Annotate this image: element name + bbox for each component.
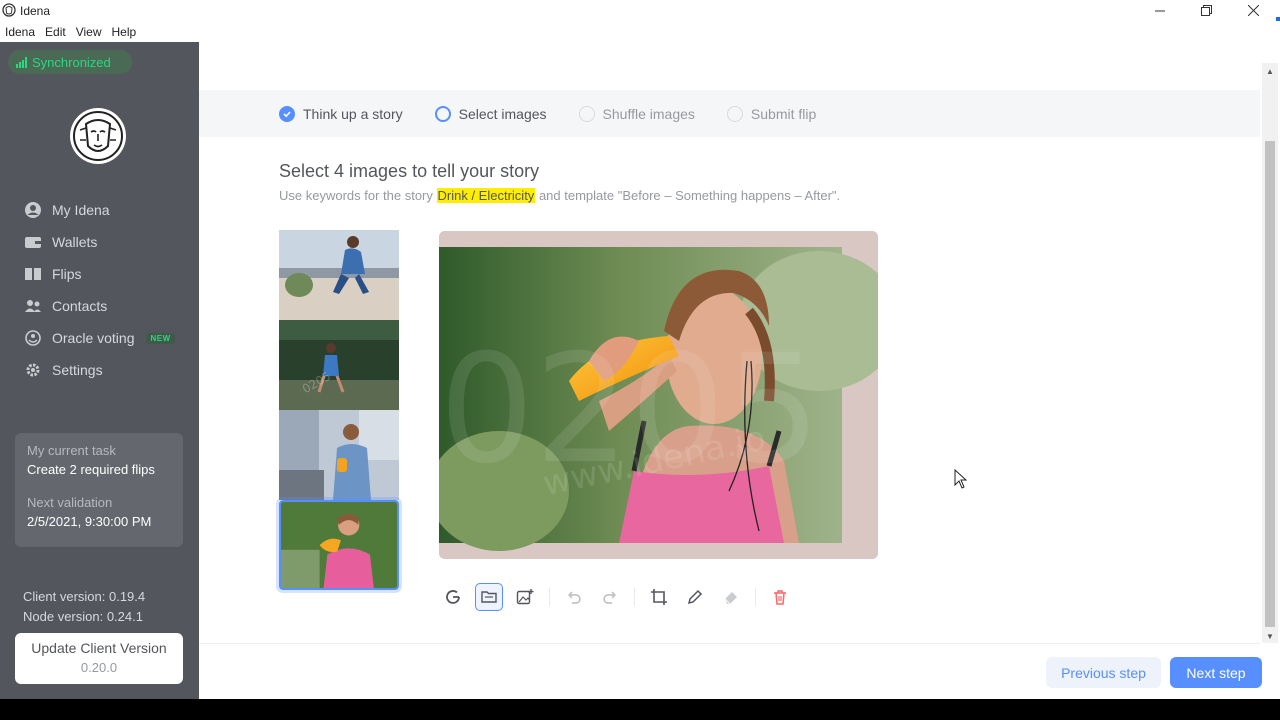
menu-view[interactable]: View (71, 21, 107, 41)
sidebar-item-label: Contacts (52, 298, 108, 314)
story-instructions: Use keywords for the story Drink / Elect… (279, 188, 840, 203)
thumbnail-4-selected[interactable] (279, 500, 399, 590)
eraser-icon[interactable] (717, 583, 745, 611)
restore-icon[interactable] (1183, 0, 1229, 21)
sidebar-nav: My Idena Wallets Flips Contacts Oracle v… (24, 194, 194, 386)
step-label: Select images (458, 105, 547, 122)
step-label: Shuffle images (602, 105, 695, 122)
toolbar-divider (549, 588, 550, 606)
sidebar-item-label: Settings (52, 362, 103, 378)
oracle-icon (25, 330, 41, 346)
menu-edit[interactable]: Edit (40, 21, 71, 41)
google-search-icon[interactable] (439, 583, 467, 611)
flip-steps: Think up a story Select images Shuffle i… (199, 90, 1260, 137)
instructions-prefix: Use keywords for the story (279, 188, 433, 203)
sync-status-label: Synchronized (32, 54, 111, 70)
scrollbar-thumb[interactable] (1265, 141, 1275, 627)
sidebar-item-contacts[interactable]: Contacts (24, 290, 194, 322)
update-button-label: Update Client Version (31, 640, 167, 656)
minimize-icon[interactable] (1137, 0, 1183, 21)
menu-help[interactable]: Help (107, 21, 142, 41)
step-select-images[interactable]: Select images (434, 105, 547, 122)
step-label: Think up a story (303, 105, 403, 122)
idena-logo (70, 108, 126, 164)
toolbar-divider (634, 588, 635, 606)
sidebar-item-settings[interactable]: Settings (24, 354, 194, 386)
window-title: Idena (20, 4, 51, 18)
task-value: Create 2 required flips (27, 462, 155, 477)
footer-divider (199, 643, 1260, 644)
thumbnail-2[interactable]: 0205 (279, 320, 399, 410)
next-validation-value: 2/5/2021, 9:30:00 PM (27, 514, 152, 529)
sidebar-item-label: Wallets (52, 234, 98, 250)
vertical-scrollbar[interactable]: ▲ ▼ (1262, 63, 1278, 643)
sidebar-item-label: My Idena (52, 202, 110, 218)
scroll-down-icon[interactable]: ▼ (1266, 632, 1274, 641)
step-shuffle-images[interactable]: Shuffle images (578, 105, 695, 122)
user-icon (25, 202, 41, 218)
previous-step-button[interactable]: Previous step (1046, 657, 1161, 688)
next-step-button[interactable]: Next step (1170, 657, 1262, 688)
sidebar: Synchronized My Idena Wallets Flips Cont… (0, 42, 199, 699)
signal-icon (16, 56, 27, 68)
step-label: Submit flip (750, 105, 817, 122)
current-task-card: My current task Create 2 required flips … (15, 433, 183, 547)
contacts-icon (25, 300, 41, 312)
menu-idena[interactable]: Idena (0, 21, 40, 41)
check-icon (279, 105, 295, 122)
instructions-suffix: and template "Before – Something happens… (538, 188, 841, 203)
new-badge: NEW (146, 332, 175, 344)
thumbnail-1[interactable] (279, 230, 399, 320)
sync-status-badge: Synchronized (8, 50, 132, 74)
step-pending-icon (578, 105, 595, 122)
undo-icon[interactable] (560, 583, 588, 611)
crop-icon[interactable] (645, 583, 673, 611)
mouse-cursor-icon (954, 469, 968, 489)
image-thumbnails: 0205 (279, 230, 399, 590)
sidebar-item-wallets[interactable]: Wallets (24, 226, 194, 258)
image-edit-toolbar (439, 583, 802, 611)
story-keywords: Drink / Electricity (436, 188, 536, 203)
sidebar-item-oracle-voting[interactable]: Oracle voting NEW (24, 322, 194, 354)
step-active-icon (434, 105, 451, 122)
delete-icon[interactable] (766, 583, 794, 611)
wallet-icon (25, 237, 41, 248)
idena-app-icon (2, 3, 16, 17)
task-caption: My current task (27, 443, 116, 458)
redo-icon[interactable] (596, 583, 624, 611)
selected-image-preview[interactable]: 0205 www.idena.io (439, 231, 878, 559)
gear-icon (26, 363, 40, 377)
step-think-up-story[interactable]: Think up a story (279, 105, 403, 122)
app-window: Idena Edit View Help Synchronized My Ide… (0, 21, 1280, 699)
folder-icon[interactable] (475, 583, 503, 611)
add-image-icon[interactable] (511, 583, 539, 611)
next-validation-caption: Next validation (27, 495, 113, 510)
scroll-up-icon[interactable]: ▲ (1266, 67, 1274, 76)
thumbnail-3[interactable] (279, 410, 399, 500)
close-icon[interactable] (1230, 0, 1276, 21)
version-info: Client version: 0.19.4 Node version: 0.2… (23, 587, 145, 627)
node-version: Node version: 0.24.1 (23, 609, 143, 624)
client-version: Client version: 0.19.4 (23, 589, 146, 604)
sidebar-item-label: Oracle voting (52, 330, 135, 346)
step-submit-flip[interactable]: Submit flip (726, 105, 817, 122)
sidebar-item-flips[interactable]: Flips (24, 258, 194, 290)
update-button-version: 0.20.0 (80, 660, 118, 675)
menubar: Idena Edit View Help (0, 21, 141, 41)
flips-icon (25, 268, 41, 280)
step-pending-icon (726, 105, 743, 122)
update-client-button[interactable]: Update Client Version 0.20.0 (15, 633, 183, 684)
sidebar-item-my-idena[interactable]: My Idena (24, 194, 194, 226)
window-titlebar: Idena (0, 0, 1280, 31)
pencil-icon[interactable] (681, 583, 709, 611)
toolbar-divider (755, 588, 756, 606)
sidebar-item-label: Flips (52, 266, 82, 282)
page-title: Select 4 images to tell your story (279, 161, 540, 181)
